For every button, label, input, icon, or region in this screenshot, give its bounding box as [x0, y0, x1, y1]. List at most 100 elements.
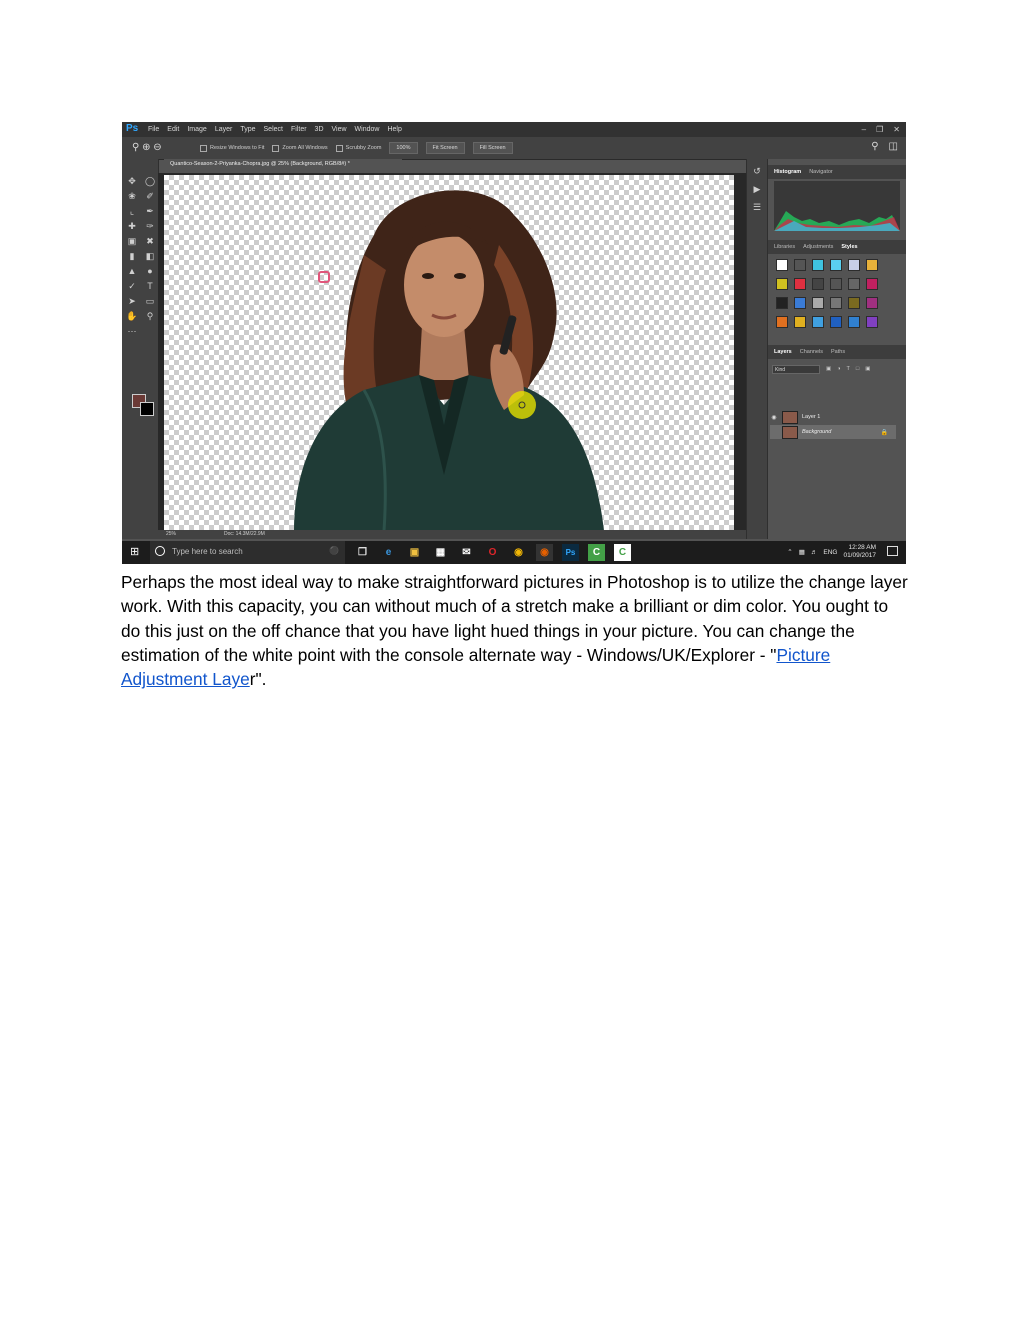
- tab-adjustments[interactable]: Adjustments: [803, 240, 833, 254]
- style-swatch[interactable]: [776, 316, 788, 328]
- scrubby-zoom-checkbox[interactable]: Scrubby Zoom: [335, 144, 381, 152]
- menu-file[interactable]: File: [148, 122, 159, 137]
- chevron-up-icon[interactable]: ⌃: [787, 548, 792, 556]
- style-swatch[interactable]: [794, 316, 806, 328]
- history-icon[interactable]: ↺: [751, 165, 763, 177]
- properties-icon[interactable]: ☰: [751, 201, 763, 213]
- tab-histogram[interactable]: Histogram: [774, 165, 801, 179]
- style-swatch[interactable]: [812, 297, 824, 309]
- close-icon[interactable]: ✕: [893, 122, 900, 137]
- hand-tool-icon[interactable]: ✋: [126, 310, 138, 322]
- move-tool-icon[interactable]: ✥: [126, 175, 138, 187]
- style-swatch[interactable]: [794, 297, 806, 309]
- menu-image[interactable]: Image: [187, 122, 206, 137]
- network-icon[interactable]: ▦: [799, 548, 805, 556]
- style-swatch[interactable]: [866, 297, 878, 309]
- zoom-all-checkbox[interactable]: Zoom All Windows: [272, 144, 328, 152]
- eye-icon[interactable]: ◉: [770, 414, 778, 421]
- eyedropper-icon[interactable]: ✒: [144, 205, 156, 217]
- menu-help[interactable]: Help: [387, 122, 401, 137]
- tab-paths[interactable]: Paths: [831, 345, 845, 359]
- microphone-icon[interactable]: ⚫: [329, 546, 339, 555]
- shape-tool-icon[interactable]: ▭: [144, 295, 156, 307]
- style-swatch[interactable]: [848, 259, 860, 271]
- filter-image-icon[interactable]: ▣: [826, 366, 831, 372]
- opera-icon[interactable]: O: [484, 544, 501, 561]
- style-swatch[interactable]: [830, 278, 842, 290]
- zoom-100-button[interactable]: 100%: [389, 142, 418, 154]
- fit-screen-button[interactable]: Fit Screen: [425, 142, 465, 154]
- document-tab[interactable]: Quantico-Season-2-Priyanka-Chopra.jpg @ …: [164, 159, 402, 174]
- mail-icon[interactable]: ✉: [458, 544, 475, 561]
- menu-select[interactable]: Select: [264, 122, 283, 137]
- fill-screen-button[interactable]: Fill Screen: [472, 142, 513, 154]
- menu-3d[interactable]: 3D: [315, 122, 324, 137]
- tab-channels[interactable]: Channels: [800, 345, 823, 359]
- menu-edit[interactable]: Edit: [167, 122, 179, 137]
- style-swatch[interactable]: [776, 278, 788, 290]
- clock[interactable]: 12:28 AM 01/09/2017: [843, 544, 876, 560]
- crop-tool-icon[interactable]: ⌞: [126, 205, 138, 217]
- windows-start-icon[interactable]: ⊞: [130, 546, 139, 559]
- actions-play-icon[interactable]: ▶: [751, 183, 763, 195]
- zoom-tool-icon[interactable]: ⚲: [144, 310, 156, 322]
- filter-adjust-icon[interactable]: ◑: [837, 366, 840, 372]
- style-swatch[interactable]: [812, 316, 824, 328]
- language-indicator[interactable]: ENG: [823, 549, 837, 556]
- volume-icon[interactable]: ♬: [811, 549, 818, 556]
- style-swatch[interactable]: [794, 259, 806, 271]
- store-icon[interactable]: ▦: [432, 544, 449, 561]
- background-color-swatch[interactable]: [140, 402, 154, 416]
- photoshop-taskbar-icon[interactable]: Ps: [562, 544, 579, 561]
- image-canvas[interactable]: [164, 175, 734, 531]
- brush-tool-icon[interactable]: ✑: [144, 220, 156, 232]
- lasso-tool-icon[interactable]: ❀: [126, 190, 138, 202]
- style-swatch[interactable]: [866, 259, 878, 271]
- menu-view[interactable]: View: [332, 122, 347, 137]
- taskbar-search-box[interactable]: Type here to search ⚫: [150, 541, 345, 564]
- camtasia-recorder-icon[interactable]: C: [614, 544, 631, 561]
- tab-layers[interactable]: Layers: [774, 345, 792, 359]
- firefox-icon[interactable]: ◉: [536, 544, 553, 561]
- filter-smart-icon[interactable]: ▣: [865, 366, 870, 372]
- type-tool-icon[interactable]: T: [144, 280, 156, 292]
- restore-icon[interactable]: ❐: [876, 122, 883, 137]
- tab-styles[interactable]: Styles: [841, 240, 857, 254]
- clone-stamp-icon[interactable]: ▣: [126, 235, 138, 247]
- style-swatch[interactable]: [866, 278, 878, 290]
- history-brush-icon[interactable]: ✖: [144, 235, 156, 247]
- file-explorer-icon[interactable]: ▣: [406, 544, 423, 561]
- pen-tool-icon[interactable]: ✓: [126, 280, 138, 292]
- filter-type-icon[interactable]: T: [847, 366, 850, 372]
- zoom-tool-icon[interactable]: ⚲ ⊕ ⊖: [132, 142, 162, 154]
- menu-window[interactable]: Window: [355, 122, 380, 137]
- minimize-icon[interactable]: –: [862, 122, 866, 137]
- search-icon[interactable]: ⚲: [871, 141, 878, 152]
- gradient-tool-icon[interactable]: ◧: [144, 250, 156, 262]
- resize-windows-checkbox[interactable]: Resize Windows to Fit: [200, 144, 264, 152]
- chrome-icon[interactable]: ◉: [510, 544, 527, 561]
- style-swatch[interactable]: [812, 259, 824, 271]
- style-swatch[interactable]: [776, 259, 788, 271]
- action-center-icon[interactable]: [887, 546, 898, 556]
- quick-select-icon[interactable]: ✐: [144, 190, 156, 202]
- menu-filter[interactable]: Filter: [291, 122, 307, 137]
- marquee-tool-icon[interactable]: ◯: [144, 175, 156, 187]
- filter-shape-icon[interactable]: □: [856, 366, 859, 372]
- style-swatch[interactable]: [830, 316, 842, 328]
- style-swatch[interactable]: [794, 278, 806, 290]
- edge-browser-icon[interactable]: e: [380, 544, 397, 561]
- menu-type[interactable]: Type: [240, 122, 255, 137]
- style-swatch[interactable]: [830, 297, 842, 309]
- layer-row[interactable]: Background 🔒: [770, 425, 896, 439]
- tab-navigator[interactable]: Navigator: [809, 165, 833, 179]
- tab-libraries[interactable]: Libraries: [774, 240, 795, 254]
- style-swatch[interactable]: [812, 278, 824, 290]
- task-view-icon[interactable]: ❐: [354, 544, 371, 561]
- style-swatch[interactable]: [776, 297, 788, 309]
- layer-row[interactable]: ◉ Layer 1: [770, 410, 896, 424]
- dodge-tool-icon[interactable]: ●: [144, 265, 156, 277]
- style-swatch[interactable]: [848, 297, 860, 309]
- menu-layer[interactable]: Layer: [215, 122, 233, 137]
- camtasia-icon[interactable]: C: [588, 544, 605, 561]
